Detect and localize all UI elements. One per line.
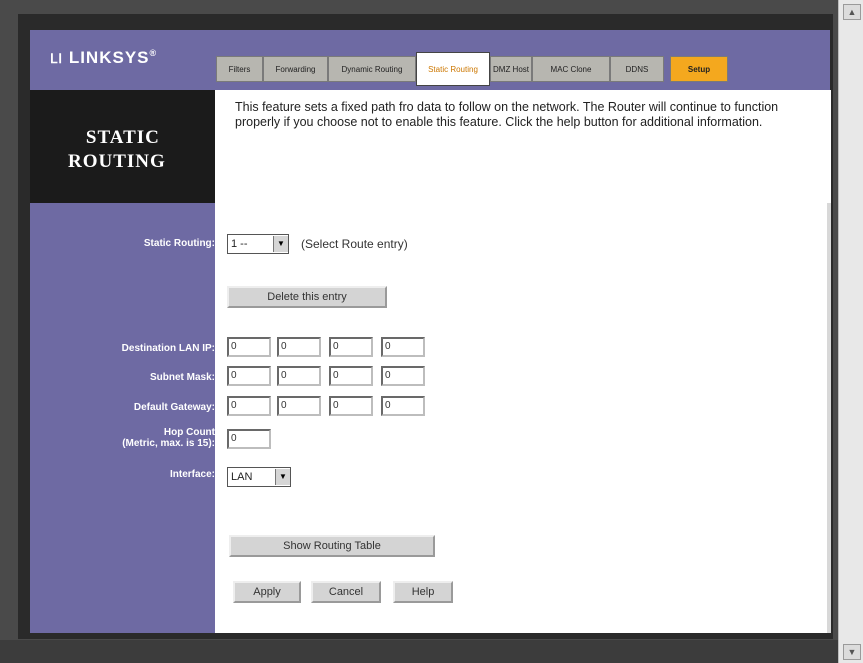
default-gateway-octet-2[interactable]: 0 [277,396,321,416]
hop-count-field[interactable]: 0 [227,429,271,449]
description-box: This feature sets a fixed path fro data … [215,90,831,203]
static-routing-label: Static Routing: [143,238,215,249]
dest-lan-ip-octet-3[interactable]: 0 [329,337,373,357]
dest-lan-ip-octet-2[interactable]: 0 [277,337,321,357]
linksys-logo: ꓡꓲ LINKSYS® [50,48,158,67]
chevron-down-icon[interactable]: ▼ [275,469,290,485]
scroll-up-icon[interactable]: ▲ [843,4,861,20]
tab-mac-clone[interactable]: MAC Clone [532,56,610,82]
chevron-down-icon[interactable]: ▼ [273,236,288,252]
subnet-mask-octet-2[interactable]: 0 [277,366,321,386]
tab-ddns[interactable]: DDNS [610,56,664,82]
page-title: STATIC ROUTING [68,127,166,172]
label-panel: Static Routing: Destination LAN IP: Subn… [30,203,215,633]
dest-lan-ip-octet-1[interactable]: 0 [227,337,271,357]
help-button[interactable]: Help [393,581,453,603]
route-entry-hint: (Select Route entry) [301,237,408,251]
page-description: This feature sets a fixed path fro data … [235,100,779,129]
default-gateway-octet-3[interactable]: 0 [329,396,373,416]
tab-dmz-host[interactable]: DMZ Host [490,56,532,82]
dest-lan-ip-octet-4[interactable]: 0 [381,337,425,357]
interface-select[interactable]: LAN ▼ [227,467,291,487]
hop-count-label: Hop Count (Metric, max. is 15): [122,427,215,449]
subnet-mask-label: Subnet Mask: [149,372,215,383]
tab-forwarding[interactable]: Forwarding [263,56,328,82]
form-panel: 1 -- ▼ (Select Route entry) Delete this … [215,203,831,633]
subnet-mask-octet-3[interactable]: 0 [329,366,373,386]
interface-label: Interface: [169,469,215,480]
page-title-box: STATIC ROUTING [30,90,215,203]
default-gateway-label: Default Gateway: [133,402,215,413]
bottom-strip [0,640,838,663]
tab-setup[interactable]: Setup [670,56,728,82]
apply-button[interactable]: Apply [233,581,301,603]
dest-lan-ip-label: Destination LAN IP: [121,343,215,354]
default-gateway-octet-1[interactable]: 0 [227,396,271,416]
route-entry-select[interactable]: 1 -- ▼ [227,234,289,254]
scroll-down-icon[interactable]: ▼ [843,644,861,660]
delete-entry-button[interactable]: Delete this entry [227,286,387,308]
show-routing-table-button[interactable]: Show Routing Table [229,535,435,557]
header-bar: ꓡꓲ LINKSYS® Filters Forwarding Dynamic R… [30,30,830,90]
subnet-mask-octet-1[interactable]: 0 [227,366,271,386]
vertical-scrollbar[interactable]: ▲ ▼ [838,0,863,663]
cancel-button[interactable]: Cancel [311,581,381,603]
tab-dynamic-routing[interactable]: Dynamic Routing [328,56,416,82]
subnet-mask-octet-4[interactable]: 0 [381,366,425,386]
default-gateway-octet-4[interactable]: 0 [381,396,425,416]
tab-filters[interactable]: Filters [216,56,263,82]
tab-static-routing[interactable]: Static Routing [416,52,490,86]
